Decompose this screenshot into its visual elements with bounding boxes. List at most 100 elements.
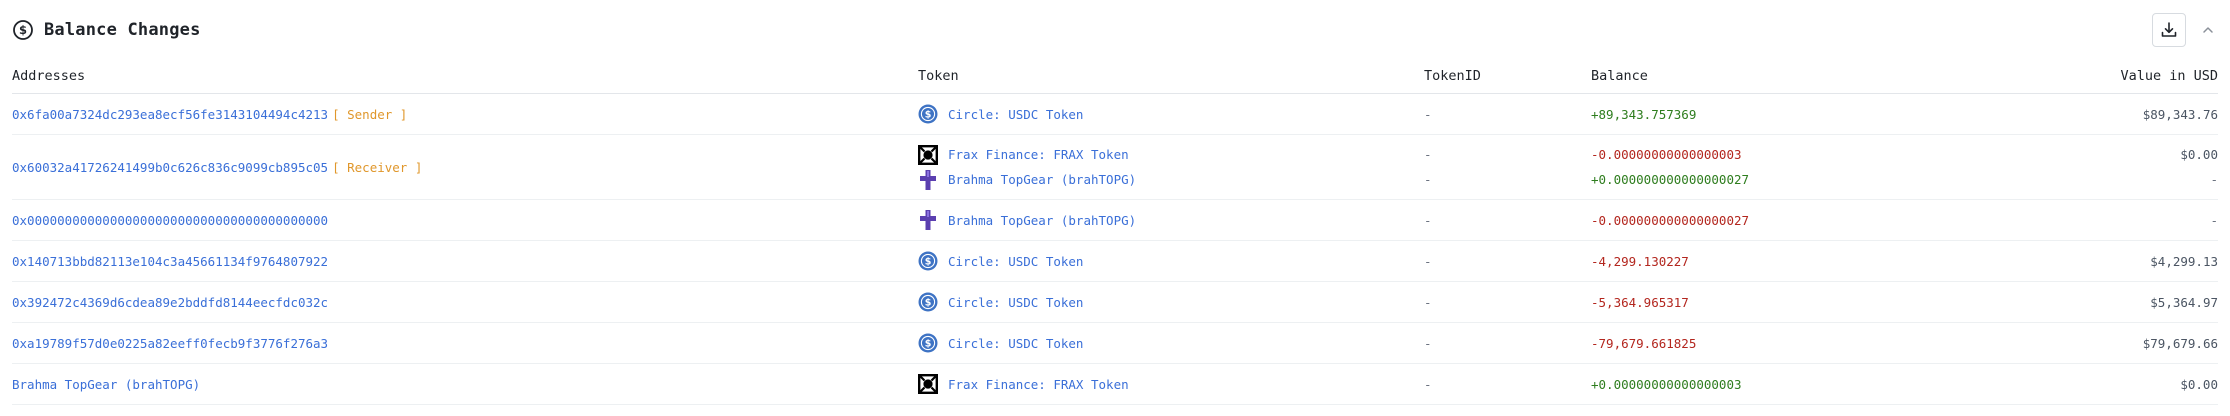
token-id-cell: - (1424, 93, 1591, 135)
column-header-token[interactable]: Token (918, 59, 1424, 94)
token-link[interactable]: Frax Finance: FRAX Token (948, 147, 1129, 162)
table-row: 0xa19789f57d0e0225a82eeff0fecb9f3776f276… (12, 322, 2218, 364)
value-usd-cell: $0.00 - (1991, 134, 2218, 200)
role-tag-sender: [ Sender ] (332, 106, 408, 122)
token-cell: Frax Finance: FRAX Token (918, 363, 1424, 405)
usdc-icon: $ (918, 333, 938, 353)
chevron-up-icon (2203, 27, 2213, 33)
value-usd: $5,364.97 (2150, 294, 2218, 310)
collapse-button[interactable] (2198, 20, 2218, 40)
table-row: Brahma TopGear (brahTOPG) Frax Finance: … (12, 363, 2218, 405)
table-row: 0x392472c4369d6cdea89e2bddfd8144eecfdc03… (12, 281, 2218, 323)
token-id-cell: - (1424, 199, 1591, 241)
column-header-value-usd[interactable]: Value in USD (1991, 59, 2218, 94)
svg-text:$: $ (925, 110, 932, 121)
value-usd-cell: $4,299.13 (1991, 240, 2218, 282)
value-usd-cell: - (1991, 199, 2218, 241)
role-tag-receiver: [ Receiver ] (332, 159, 423, 175)
frax-icon (918, 374, 938, 394)
address-cell: 0x392472c4369d6cdea89e2bddfd8144eecfdc03… (12, 281, 918, 323)
token-id-cell: - (1424, 322, 1591, 364)
header-actions (2152, 13, 2218, 47)
token-id-value: - (1424, 253, 1432, 269)
column-header-addresses[interactable]: Addresses (12, 59, 918, 94)
address-link[interactable]: 0x140713bbd82113e104c3a45661134f97648079… (12, 254, 328, 269)
balance-cell: -0.00000000000000003 +0.0000000000000000… (1591, 134, 1991, 200)
balance-value: +89,343.757369 (1591, 106, 1697, 122)
svg-text:$: $ (925, 257, 932, 268)
token-link[interactable]: Brahma TopGear (brahTOPG) (948, 213, 1136, 228)
balance-value: +0.00000000000000003 (1591, 376, 1742, 392)
value-usd-cell: $0.00 (1991, 363, 2218, 405)
address-link[interactable]: 0x392472c4369d6cdea89e2bddfd8144eecfdc03… (12, 295, 328, 310)
value-usd: - (2210, 172, 2218, 187)
token-id-cell: - (1424, 363, 1591, 405)
address-link[interactable]: 0x00000000000000000000000000000000000000… (12, 213, 328, 228)
download-button[interactable] (2152, 13, 2186, 47)
token-id-value: - (1424, 376, 1432, 392)
value-usd: $79,679.66 (2142, 335, 2218, 351)
address-link[interactable]: 0x60032a41726241499b0c626c836c9099cb895c… (12, 160, 328, 175)
table-row: 0x00000000000000000000000000000000000000… (12, 199, 2218, 241)
usdc-icon: $ (918, 104, 938, 124)
usdc-icon: $ (918, 251, 938, 271)
token-cell: $ Circle: USDC Token (918, 93, 1424, 135)
balance-value: -0.000000000000000027 (1591, 212, 1750, 228)
token-link[interactable]: Circle: USDC Token (948, 254, 1083, 269)
balance-value: -5,364.965317 (1591, 294, 1689, 310)
brahma-icon (918, 169, 938, 190)
token-cell: $ Circle: USDC Token (918, 240, 1424, 282)
address-cell: 0x00000000000000000000000000000000000000… (12, 199, 918, 241)
token-id-value: - (1424, 147, 1432, 162)
token-link[interactable]: Circle: USDC Token (948, 336, 1083, 351)
address-cell: 0x140713bbd82113e104c3a45661134f97648079… (12, 240, 918, 282)
token-cell: Brahma TopGear (brahTOPG) (918, 199, 1424, 241)
balance-changes-table: Addresses Token TokenID Balance Value in… (12, 59, 2218, 405)
title-group: $ Balance Changes (12, 19, 201, 41)
dollar-circle-icon: $ (12, 19, 34, 41)
token-cell: Frax Finance: FRAX Token Brahma TopGear … (918, 134, 1424, 200)
token-id-cell: - (1424, 240, 1591, 282)
panel-header: $ Balance Changes (12, 8, 2218, 52)
address-link[interactable]: 0xa19789f57d0e0225a82eeff0fecb9f3776f276… (12, 336, 328, 351)
value-usd: - (2210, 212, 2218, 228)
address-cell: 0xa19789f57d0e0225a82eeff0fecb9f3776f276… (12, 322, 918, 364)
svg-text:$: $ (19, 23, 27, 37)
value-usd: $4,299.13 (2150, 253, 2218, 269)
balance-cell: -0.000000000000000027 (1591, 199, 1991, 241)
value-usd-cell: $79,679.66 (1991, 322, 2218, 364)
column-header-balance[interactable]: Balance (1591, 59, 1991, 94)
table-row: 0x6fa00a7324dc293ea8ecf56fe3143104494c42… (12, 93, 2218, 135)
token-link[interactable]: Brahma TopGear (brahTOPG) (948, 172, 1136, 187)
svg-text:$: $ (925, 298, 932, 309)
usdc-icon: $ (918, 292, 938, 312)
token-link[interactable]: Circle: USDC Token (948, 107, 1083, 122)
token-id-cell: - (1424, 281, 1591, 323)
value-usd-cell: $89,343.76 (1991, 93, 2218, 135)
balance-value: -0.00000000000000003 (1591, 147, 1742, 162)
address-link[interactable]: 0x6fa00a7324dc293ea8ecf56fe3143104494c42… (12, 107, 328, 122)
download-icon (2161, 22, 2177, 37)
value-usd-cell: $5,364.97 (1991, 281, 2218, 323)
balance-cell: -4,299.130227 (1591, 240, 1991, 282)
svg-text:$: $ (925, 339, 932, 350)
balance-cell: -5,364.965317 (1591, 281, 1991, 323)
panel-title: Balance Changes (44, 20, 201, 40)
balance-cell: -79,679.661825 (1591, 322, 1991, 364)
frax-icon (918, 144, 938, 165)
token-id-cell: - - (1424, 134, 1591, 200)
token-id-value: - (1424, 172, 1432, 187)
balance-changes-panel: $ Balance Changes Addresses Token TokenI… (0, 0, 2230, 416)
balance-cell: +89,343.757369 (1591, 93, 1991, 135)
token-id-value: - (1424, 106, 1432, 122)
token-id-value: - (1424, 335, 1432, 351)
token-link[interactable]: Frax Finance: FRAX Token (948, 377, 1129, 392)
address-cell: 0x6fa00a7324dc293ea8ecf56fe3143104494c42… (12, 93, 918, 135)
token-id-value: - (1424, 212, 1432, 228)
token-link[interactable]: Circle: USDC Token (948, 295, 1083, 310)
column-header-token-id[interactable]: TokenID (1424, 59, 1591, 94)
address-link[interactable]: Brahma TopGear (brahTOPG) (12, 377, 200, 392)
balance-value: +0.000000000000000027 (1591, 172, 1750, 187)
token-cell: $ Circle: USDC Token (918, 322, 1424, 364)
value-usd: $0.00 (2180, 376, 2218, 392)
